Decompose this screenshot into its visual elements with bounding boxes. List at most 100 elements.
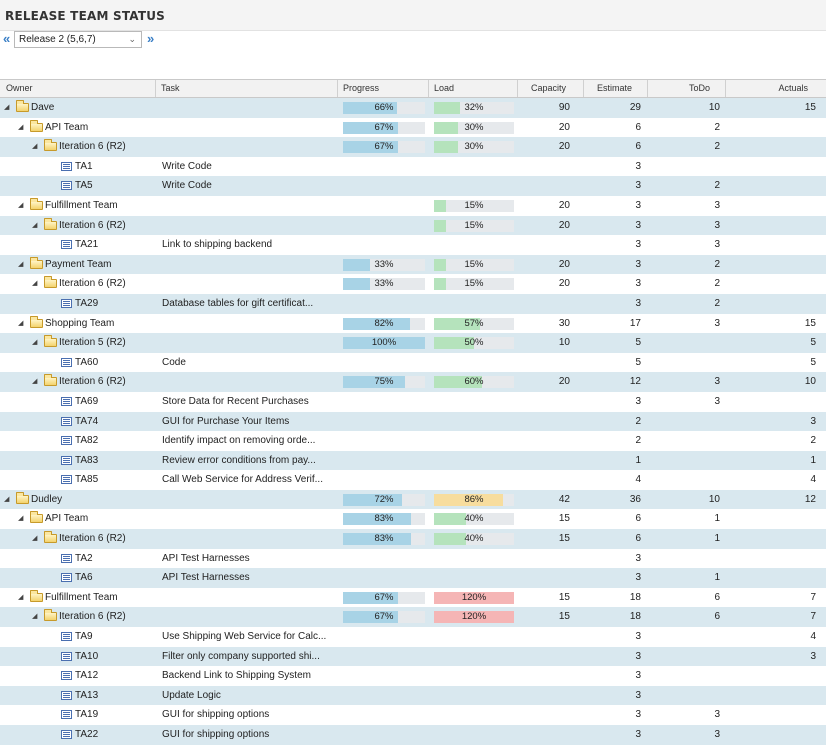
expand-toggle-icon[interactable]: ◢ [32, 529, 37, 549]
expand-toggle-icon[interactable]: ◢ [32, 274, 37, 294]
task-row[interactable]: TA12 Backend Link to Shipping System 3 [0, 666, 826, 686]
column-header-progress[interactable]: Progress [338, 80, 429, 97]
previous-release-arrow-icon[interactable]: « [3, 31, 10, 46]
group-row[interactable]: ◢ Iteration 6 (R2) 75% 60% 20 12 3 10 [0, 372, 826, 392]
column-header-task[interactable]: Task [156, 80, 338, 97]
column-header-capacity[interactable]: Capacity [518, 80, 584, 97]
group-row[interactable]: ◢ API Team 67% 30% 20 6 2 [0, 118, 826, 138]
group-row[interactable]: ◢ Fulfillment Team 15% 20 3 3 [0, 196, 826, 216]
task-icon [61, 240, 72, 250]
group-row[interactable]: ◢ Iteration 6 (R2) 33% 15% 20 3 2 [0, 274, 826, 294]
load-bar-label: 57% [464, 317, 484, 329]
load-bar-label: 60% [464, 376, 484, 388]
todo-cell: 3 [714, 219, 720, 231]
expand-toggle-icon[interactable]: ◢ [4, 98, 9, 118]
task-row[interactable]: TA69 Store Data for Recent Purchases 3 3 [0, 392, 826, 412]
expand-toggle-icon[interactable]: ◢ [18, 314, 23, 334]
column-header-actuals[interactable]: Actuals [726, 80, 826, 97]
owner-cell: TA22 [75, 729, 99, 740]
group-row[interactable]: ◢ Iteration 6 (R2) 15% 20 3 3 [0, 215, 826, 236]
capacity-cell [518, 157, 570, 177]
task-row[interactable]: TA60 Code 5 5 [0, 353, 826, 373]
owner-cell: Dave [31, 102, 55, 113]
capacity-cell: 20 [558, 121, 570, 133]
load-bar-label: 30% [464, 121, 484, 133]
expand-toggle-icon[interactable]: ◢ [32, 137, 37, 157]
grid-header-row: Owner Task Progress Load Capacity Estima… [0, 79, 826, 98]
owner-cell: TA2 [75, 552, 93, 564]
expand-toggle-icon[interactable]: ◢ [18, 509, 23, 529]
expand-toggle-icon[interactable]: ◢ [18, 118, 23, 138]
column-header-owner[interactable]: Owner [0, 80, 156, 97]
estimate-cell: 18 [629, 591, 641, 603]
group-row[interactable]: ◢ Fulfillment Team 67% 120% 15 18 6 7 [0, 588, 826, 608]
task-cell [162, 588, 336, 608]
owner-cell: TA74 [75, 415, 99, 427]
capacity-cell: 30 [558, 317, 570, 329]
task-row[interactable]: TA29 Database tables for gift certificat.… [0, 293, 826, 314]
expand-toggle-icon[interactable]: ◢ [32, 216, 37, 236]
column-header-estimate[interactable]: Estimate [584, 80, 648, 97]
expand-toggle-icon[interactable]: ◢ [32, 607, 37, 627]
task-row[interactable]: TA21 Link to shipping backend 3 3 [0, 235, 826, 255]
capacity-cell [518, 353, 570, 373]
owner-cell: TA13 [75, 689, 99, 701]
owner-row[interactable]: ◢ Dudley 72% 86% 42 36 10 12 [0, 489, 826, 510]
task-row[interactable]: TA83 Review error conditions from pay... 1… [0, 450, 826, 471]
expand-toggle-icon[interactable]: ◢ [18, 255, 23, 275]
task-row[interactable]: TA1 Write Code 3 [0, 157, 826, 177]
group-row[interactable]: ◢ Shopping Team 82% 57% 30 17 3 15 [0, 314, 826, 334]
group-row[interactable]: ◢ Iteration 5 (R2) 100% 50% 10 5 5 [0, 333, 826, 353]
task-row[interactable]: TA19 GUI for shipping options 3 3 [0, 705, 826, 725]
folder-icon [44, 609, 57, 622]
progress-bar: 83% [343, 533, 425, 546]
task-row[interactable]: TA9 Use Shipping Web Service for Calc... 3… [0, 627, 826, 647]
group-row[interactable]: ◢ Iteration 6 (R2) 67% 30% 20 6 2 [0, 137, 826, 157]
capacity-cell: 15 [558, 513, 570, 525]
next-release-arrow-icon[interactable]: » [147, 31, 154, 46]
group-row[interactable]: ◢ Iteration 6 (R2) 83% 40% 15 6 1 [0, 529, 826, 549]
estimate-cell: 3 [635, 180, 641, 192]
load-bar: 30% [434, 141, 514, 154]
group-row[interactable]: ◢ Payment Team 33% 15% 20 3 2 [0, 254, 826, 275]
task-cell [162, 314, 336, 334]
task-cell: API Test Harnesses [162, 572, 250, 584]
owner-row[interactable]: ◢ Dave 66% 32% 90 29 10 15 [0, 98, 826, 118]
estimate-cell: 3 [635, 709, 641, 721]
group-row[interactable]: ◢ API Team 83% 40% 15 6 1 [0, 509, 826, 529]
task-row[interactable]: TA22 GUI for shipping options 3 3 [0, 725, 826, 745]
task-row[interactable]: TA13 Update Logic 3 [0, 685, 826, 706]
capacity-cell [518, 705, 570, 725]
load-bar: 15% [434, 258, 514, 271]
task-row[interactable]: TA74 GUI for Purchase Your Items 2 3 [0, 411, 826, 432]
task-row[interactable]: TA10 Filter only company supported shi...… [0, 646, 826, 667]
task-row[interactable]: TA2 API Test Harnesses 3 [0, 549, 826, 569]
expand-toggle-icon[interactable]: ◢ [18, 196, 23, 216]
task-row[interactable]: TA5 Write Code 3 2 [0, 176, 826, 196]
owner-cell: TA19 [75, 709, 99, 721]
progress-bar: 33% [343, 258, 425, 271]
load-bar-label: 40% [464, 533, 484, 545]
expand-toggle-icon[interactable]: ◢ [32, 333, 37, 353]
task-row[interactable]: TA85 Call Web Service for Address Verif..… [0, 470, 826, 490]
column-header-todo[interactable]: ToDo [648, 80, 726, 97]
task-row[interactable]: TA6 API Test Harnesses 3 1 [0, 568, 826, 588]
expand-toggle-icon[interactable]: ◢ [32, 372, 37, 392]
column-header-load[interactable]: Load [429, 80, 518, 97]
release-dropdown[interactable]: Release 2 (5,6,7) ⌄ [14, 31, 142, 48]
todo-cell: 2 [714, 297, 720, 309]
todo-cell: 6 [714, 591, 720, 603]
capacity-cell [518, 686, 570, 706]
todo-cell [648, 549, 720, 569]
capacity-cell: 42 [558, 493, 570, 505]
todo-cell [648, 647, 720, 667]
progress-bar-label: 66% [374, 102, 394, 113]
estimate-cell: 2 [635, 435, 641, 447]
expand-toggle-icon[interactable]: ◢ [18, 588, 23, 608]
expand-toggle-icon[interactable]: ◢ [4, 490, 9, 510]
todo-cell: 2 [714, 121, 720, 133]
task-row[interactable]: TA82 Identify impact on removing orde... 2… [0, 431, 826, 451]
group-row[interactable]: ◢ Iteration 6 (R2) 67% 120% 15 18 6 7 [0, 607, 826, 628]
estimate-cell: 3 [635, 689, 641, 701]
owner-cell: Iteration 5 (R2) [59, 337, 126, 349]
